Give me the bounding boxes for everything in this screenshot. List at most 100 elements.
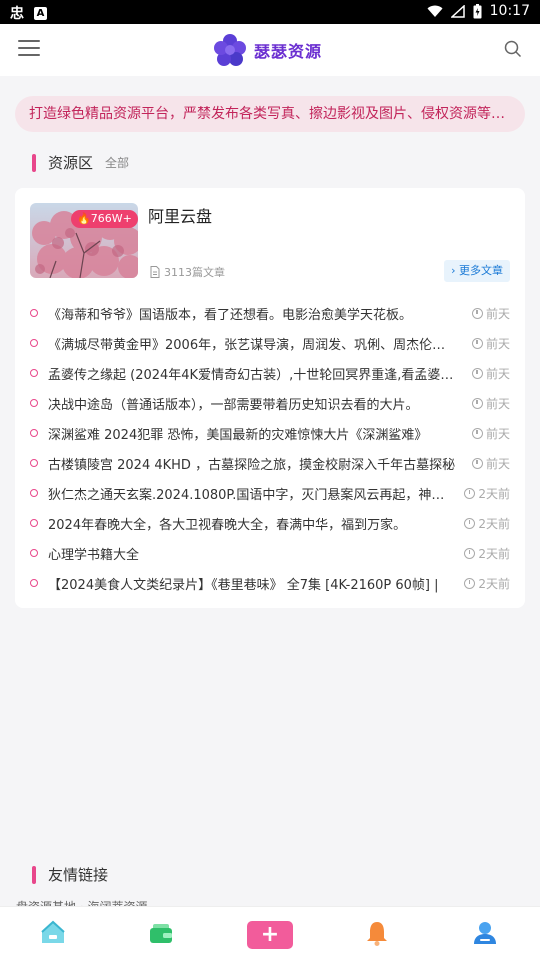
article-title[interactable]: 《满城尽带黄金甲》2006年，张艺谋导演，周润发、巩俐、周杰伦主演 — [48, 334, 458, 353]
search-button[interactable] — [504, 40, 522, 62]
section-filter-all[interactable]: 全部 — [105, 154, 129, 171]
notice-banner[interactable]: 打造绿色精品资源平台，严禁发布各类写真、擦边影视及图片、侵权资源等违… — [15, 96, 525, 132]
hot-count: 766W+ — [90, 212, 132, 225]
article-time-label: 2天前 — [478, 486, 510, 501]
bullet-icon — [30, 549, 38, 557]
search-icon — [504, 40, 522, 58]
app-a-icon: A — [34, 6, 47, 20]
list-item[interactable]: 心理学书籍大全 2天前 — [30, 538, 510, 568]
user-icon — [474, 922, 496, 944]
article-time: 2天前 — [464, 515, 510, 532]
clock-icon — [471, 307, 483, 319]
list-item[interactable]: 【2024美食人文类纪录片】《巷里巷味》 全7集 [4K-2160P 60帧] … — [30, 568, 510, 598]
clock-icon — [464, 517, 476, 529]
clock-icon — [471, 397, 483, 409]
article-title[interactable]: 狄仁杰之通天玄案.2024.1080P.国语中字，灭门悬案风云再起，神探狄仁杰 — [48, 484, 450, 503]
article-time-label: 前天 — [485, 366, 510, 381]
article-title[interactable]: 心理学书籍大全 — [48, 544, 450, 563]
nav-home[interactable] — [39, 919, 69, 949]
article-time: 前天 — [471, 455, 510, 472]
clock-icon — [471, 337, 483, 349]
article-title[interactable]: 【2024美食人文类纪录片】《巷里巷味》 全7集 [4K-2160P 60帧] … — [48, 574, 450, 593]
article-title[interactable]: 2024年春晚大全，各大卫视春晚大全，春满中华，福到万家。 — [48, 514, 450, 533]
links-section-header: 友情链接 — [32, 864, 108, 885]
resource-card: 🔥766W+ 阿里云盘 3113篇文章 › 更多文章 《海蒂和爷爷》国语版本，看… — [15, 188, 525, 608]
article-title[interactable]: 孟婆传之缘起 (2024年4K爱情奇幻古装）,十世轮回冥界重逢,看孟婆如何 — [48, 364, 458, 383]
nav-wallet[interactable] — [147, 919, 177, 949]
app-notification-icon: 忠 — [10, 6, 24, 22]
article-time-label: 前天 — [485, 426, 510, 441]
list-item[interactable]: 决战中途岛（普通话版本），一部需要带着历史知识去看的大片。 前天 — [30, 388, 510, 418]
article-time-label: 2天前 — [478, 546, 510, 561]
bullet-icon — [30, 489, 38, 497]
list-item[interactable]: 深渊鲨难 2024犯罪 恐怖，美国最新的灾难惊悚大片《深渊鲨难》 前天 — [30, 418, 510, 448]
article-list: 《海蒂和爷爷》国语版本，看了还想看。电影治愈美学天花板。 前天 《满城尽带黄金甲》… — [30, 298, 510, 598]
menu-icon-line — [18, 40, 40, 42]
bullet-icon — [30, 429, 38, 437]
article-time-label: 2天前 — [478, 576, 510, 591]
bullet-icon — [30, 579, 38, 587]
bullet-icon — [30, 459, 38, 467]
article-time-label: 前天 — [485, 456, 510, 471]
bullet-icon — [30, 519, 38, 527]
clock-icon — [471, 427, 483, 439]
section-title: 资源区 — [48, 154, 94, 172]
more-articles-button[interactable]: › 更多文章 — [444, 260, 510, 282]
section-accent-bar — [32, 865, 36, 884]
hot-badge: 🔥766W+ — [71, 210, 138, 228]
bottom-nav: + — [0, 906, 540, 960]
article-time-label: 前天 — [485, 396, 510, 411]
more-articles-label: 更多文章 — [459, 264, 503, 277]
list-item[interactable]: 《海蒂和爷爷》国语版本，看了还想看。电影治愈美学天花板。 前天 — [30, 298, 510, 328]
bullet-icon — [30, 369, 38, 377]
bullet-icon — [30, 309, 38, 317]
post-count-label: 3113篇文章 — [164, 266, 225, 279]
article-time: 前天 — [471, 335, 510, 352]
bullet-icon — [30, 399, 38, 407]
flower-logo-icon — [214, 34, 246, 66]
post-count: 3113篇文章 — [150, 264, 225, 280]
section-accent-bar — [32, 153, 36, 172]
fire-icon: 🔥 — [77, 212, 91, 225]
article-time: 前天 — [471, 425, 510, 442]
clock-icon — [471, 457, 483, 469]
article-title[interactable]: 深渊鲨难 2024犯罪 恐怖，美国最新的灾难惊悚大片《深渊鲨难》 — [48, 424, 458, 443]
article-time-label: 前天 — [485, 306, 510, 321]
menu-icon-line — [18, 54, 40, 56]
menu-button[interactable] — [18, 40, 40, 58]
list-item[interactable]: 狄仁杰之通天玄案.2024.1080P.国语中字，灭门悬案风云再起，神探狄仁杰 2… — [30, 478, 510, 508]
clock-icon — [464, 547, 476, 559]
clock-icon — [464, 577, 476, 589]
article-time: 前天 — [471, 365, 510, 382]
article-time: 2天前 — [464, 485, 510, 502]
article-time-label: 2天前 — [478, 516, 510, 531]
resource-section-header: 资源区 全部 — [32, 152, 129, 173]
clock-icon — [464, 487, 476, 499]
article-time: 2天前 — [464, 545, 510, 562]
article-title[interactable]: 《海蒂和爷爷》国语版本，看了还想看。电影治愈美学天花板。 — [48, 304, 458, 323]
nav-notifications[interactable] — [363, 919, 393, 949]
logo-text: 瑟瑟资源 — [254, 42, 323, 61]
card-title[interactable]: 阿里云盘 — [148, 203, 212, 227]
app-header: 瑟瑟资源 — [0, 24, 540, 76]
signal-icon — [450, 4, 465, 18]
list-item[interactable]: 古楼镇陵宫 2024 4KHD ，古墓探险之旅，摸金校尉深入千年古墓探秘 前天 — [30, 448, 510, 478]
list-item[interactable]: 2024年春晚大全，各大卫视春晚大全，春满中华，福到万家。 2天前 — [30, 508, 510, 538]
add-post-button[interactable]: + — [247, 921, 293, 949]
list-item[interactable]: 《满城尽带黄金甲》2006年，张艺谋导演，周润发、巩俐、周杰伦主演 前天 — [30, 328, 510, 358]
status-bar: 忠 A 10:17 — [0, 0, 540, 24]
article-title[interactable]: 古楼镇陵宫 2024 4KHD ，古墓探险之旅，摸金校尉深入千年古墓探秘 — [48, 454, 458, 473]
plus-icon: + — [260, 922, 280, 947]
nav-profile[interactable] — [471, 919, 501, 949]
site-logo[interactable]: 瑟瑟资源 — [212, 32, 322, 68]
battery-icon — [473, 3, 482, 18]
bullet-icon — [30, 339, 38, 347]
article-time: 前天 — [471, 305, 510, 322]
list-item[interactable]: 孟婆传之缘起 (2024年4K爱情奇幻古装）,十世轮回冥界重逢,看孟婆如何 前天 — [30, 358, 510, 388]
document-icon — [150, 266, 160, 278]
article-title[interactable]: 决战中途岛（普通话版本），一部需要带着历史知识去看的大片。 — [48, 394, 458, 413]
bell-icon — [367, 922, 387, 946]
clock-time: 10:17 — [489, 3, 530, 19]
article-time: 前天 — [471, 395, 510, 412]
home-icon — [41, 920, 65, 943]
